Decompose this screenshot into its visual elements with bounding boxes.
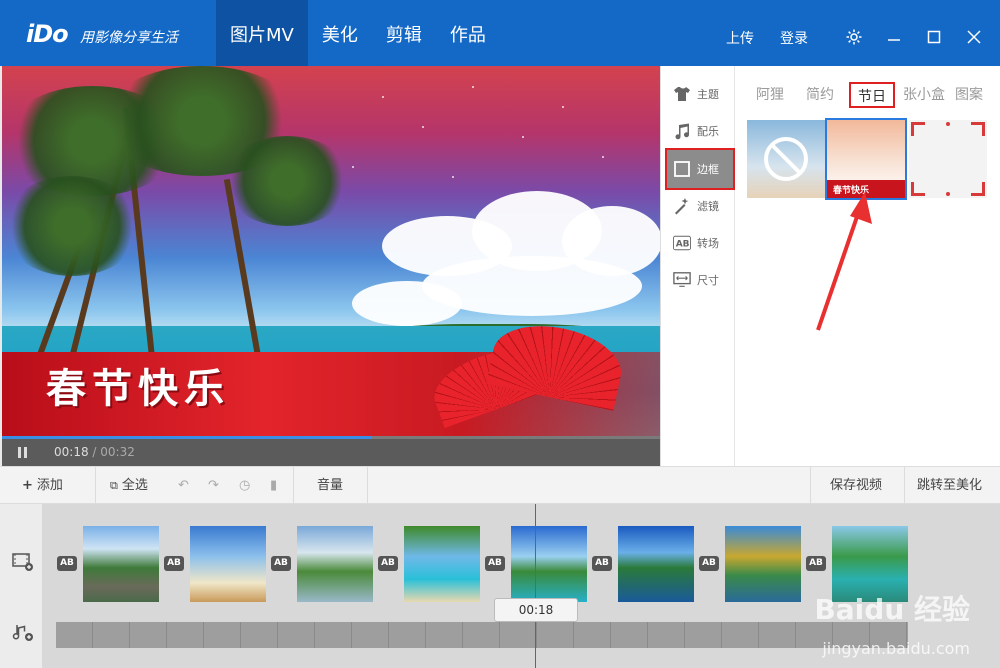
- clip-4[interactable]: [404, 526, 480, 602]
- upload-link[interactable]: 上传: [726, 28, 754, 48]
- add-button[interactable]: + 添加: [22, 467, 63, 504]
- transition-ab-icon[interactable]: AB: [164, 556, 184, 571]
- tab-picture-mv[interactable]: 图片MV: [216, 0, 308, 66]
- progress-fill: [2, 436, 373, 439]
- transition-ab-icon[interactable]: AB: [485, 556, 505, 571]
- size-icon: [673, 271, 691, 289]
- transition-ab-icon[interactable]: AB: [806, 556, 826, 571]
- current-time: 00:18: [54, 445, 89, 459]
- side-item-size[interactable]: 尺寸: [667, 262, 733, 298]
- music-track-icon[interactable]: [12, 622, 34, 642]
- audio-track[interactable]: [56, 622, 908, 648]
- select-all-label: 全选: [121, 478, 148, 493]
- copy-icon: ⧉: [110, 479, 118, 492]
- side-item-label: 主题: [697, 88, 719, 101]
- select-all-button[interactable]: ⧉ 全选: [110, 467, 148, 504]
- title-bar: iDo 用影像分享生活 图片MV 美化 剪辑 作品 上传 登录: [0, 0, 1000, 66]
- side-item-label: 边框: [697, 163, 719, 176]
- player-controls: 00:18 / 00:32: [2, 436, 660, 466]
- add-label: 添加: [36, 478, 63, 493]
- frame-categories: 阿狸 简约 节日 张小盒 图案: [745, 82, 989, 108]
- progress-track[interactable]: [2, 436, 660, 439]
- tab-works[interactable]: 作品: [436, 0, 500, 66]
- time-separator: /: [88, 445, 101, 459]
- category-ali[interactable]: 阿狸: [745, 82, 795, 108]
- side-item-filter[interactable]: 滤镜: [667, 188, 733, 224]
- tab-beautify[interactable]: 美化: [308, 0, 372, 66]
- category-zhangxiaohe[interactable]: 张小盒: [899, 82, 949, 108]
- video-track-icon[interactable]: [12, 552, 34, 572]
- time-display: 00:18 / 00:32: [54, 445, 135, 459]
- side-item-label: 配乐: [697, 125, 719, 138]
- annotation-arrow-icon: [816, 192, 872, 331]
- tab-edit[interactable]: 剪辑: [372, 0, 436, 66]
- trash-icon[interactable]: ▮: [270, 467, 277, 504]
- side-item-transition[interactable]: AB 转场: [667, 225, 733, 261]
- timeline: AB AB AB AB AB AB AB AB 00:18 Baidu 经验 j…: [0, 504, 1000, 668]
- transition-ab-icon[interactable]: AB: [378, 556, 398, 571]
- close-icon[interactable]: [954, 4, 994, 70]
- app-slogan: 用影像分享生活: [80, 30, 178, 46]
- main-nav: 图片MV 美化 剪辑 作品: [216, 0, 500, 66]
- timeline-toolbar: + 添加 ⧉ 全选 ↶ ↷ ◷ ▮ 音量 保存视频 跳转至美化: [0, 466, 1000, 504]
- side-item-music[interactable]: 配乐: [667, 113, 733, 149]
- clip-2[interactable]: [190, 526, 266, 602]
- undo-icon[interactable]: ↶: [178, 467, 189, 504]
- clip-1[interactable]: [83, 526, 159, 602]
- frame-thumb-none[interactable]: [747, 120, 825, 198]
- transition-ab-icon[interactable]: AB: [592, 556, 612, 571]
- clip-3[interactable]: [297, 526, 373, 602]
- settings-gear-icon[interactable]: [834, 4, 874, 70]
- login-link[interactable]: 登录: [780, 28, 808, 48]
- pause-icon[interactable]: [18, 447, 28, 458]
- corner-pattern-icon: [911, 122, 985, 196]
- transition-ab-icon[interactable]: AB: [57, 556, 77, 571]
- transition-ab-icon: AB: [673, 234, 691, 252]
- category-simple[interactable]: 简约: [795, 82, 845, 108]
- frame-icon: [673, 160, 691, 178]
- side-item-label: 转场: [697, 237, 719, 250]
- greeting-text: 春节快乐: [46, 365, 230, 412]
- transition-ab-icon[interactable]: AB: [271, 556, 291, 571]
- minimize-icon[interactable]: [874, 4, 914, 70]
- save-video-button[interactable]: 保存视频: [830, 467, 882, 504]
- clip-6[interactable]: [618, 526, 694, 602]
- shirt-icon: [673, 85, 691, 103]
- goto-beautify-button[interactable]: 跳转至美化: [917, 467, 982, 504]
- app-logo: iDo: [26, 20, 69, 48]
- frame-thumb-spring-festival[interactable]: 春节快乐: [825, 118, 907, 200]
- video-preview[interactable]: 春节快乐: [2, 66, 660, 436]
- no-frame-icon: [764, 137, 808, 181]
- redo-icon[interactable]: ↷: [208, 467, 219, 504]
- side-item-theme[interactable]: 主题: [667, 76, 733, 112]
- side-item-label: 尺寸: [697, 274, 719, 287]
- frame-thumb-red-corners[interactable]: [909, 120, 987, 198]
- watermark-text: Baidu 经验: [814, 593, 970, 626]
- transition-ab-icon[interactable]: AB: [699, 556, 719, 571]
- maximize-icon[interactable]: [914, 4, 954, 70]
- plus-icon: +: [22, 478, 33, 493]
- side-item-frame[interactable]: 边框: [665, 148, 735, 190]
- watermark-url: jingyan.baidu.com: [822, 639, 970, 658]
- total-time: 00:32: [100, 445, 135, 459]
- svg-text:AB: AB: [676, 240, 690, 250]
- clip-5[interactable]: [511, 526, 587, 602]
- category-holiday[interactable]: 节日: [849, 82, 895, 108]
- effects-sidenav: 主题 配乐 边框 滤镜 AB 转场 尺寸: [661, 66, 735, 466]
- magic-wand-icon: [673, 197, 691, 215]
- clip-7[interactable]: [725, 526, 801, 602]
- category-pattern[interactable]: 图案: [949, 82, 989, 108]
- volume-button[interactable]: 音量: [317, 467, 343, 504]
- music-note-icon: [673, 122, 691, 140]
- playhead-time: 00:18: [494, 598, 578, 622]
- clock-icon[interactable]: ◷: [239, 467, 250, 504]
- track-icons: [0, 504, 42, 668]
- playhead[interactable]: [535, 504, 536, 668]
- window-controls: 上传 登录: [726, 0, 1000, 66]
- side-item-label: 滤镜: [697, 200, 719, 213]
